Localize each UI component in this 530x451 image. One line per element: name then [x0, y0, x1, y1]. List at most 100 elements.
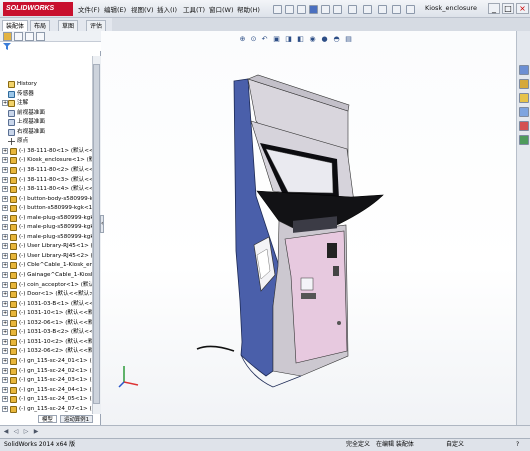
- tree-item[interactable]: History: [0, 80, 92, 89]
- expand-icon[interactable]: +: [2, 214, 8, 221]
- tree-item[interactable]: + (-) 1031-10<2> (默认<<默认>: [0, 338, 92, 347]
- expand-icon[interactable]: +: [2, 338, 8, 345]
- tree-item[interactable]: + (-) Door<1> (默认<<默认>_显: [0, 290, 92, 299]
- expand-icon[interactable]: +: [2, 205, 8, 212]
- tab-model[interactable]: 模型: [38, 415, 57, 423]
- expand-icon[interactable]: +: [2, 329, 8, 336]
- tree-item[interactable]: + (-) 38-111-80<1> (默认<<默: [0, 147, 92, 156]
- tree-item[interactable]: + (-) gn_115-sc-24_05<1> (默: [0, 395, 92, 404]
- tree-item[interactable]: + (-) User Library-RJ45<1> (默: [0, 242, 92, 251]
- tree-item[interactable]: + (-) Gainage^Cable_1-Kiosk_e: [0, 271, 92, 280]
- rebuild-icon[interactable]: [363, 5, 372, 14]
- edit-appearance-icon[interactable]: ●: [320, 35, 329, 44]
- tree-item[interactable]: + (-) male-plug-s580999-kgk<2: [0, 223, 92, 232]
- tree-item[interactable]: + (-) male-plug-s580999-kgk<1: [0, 214, 92, 223]
- tab-evaluate[interactable]: 评估: [86, 20, 107, 31]
- tree-item[interactable]: 上视基准面: [0, 118, 92, 127]
- solidworks-resources-icon[interactable]: [519, 65, 529, 75]
- expand-icon[interactable]: +: [2, 147, 8, 154]
- filter-bar[interactable]: [0, 42, 101, 51]
- tree-item[interactable]: 右视基准面: [0, 128, 92, 137]
- expand-icon[interactable]: +: [2, 396, 8, 403]
- property-manager-icon[interactable]: [14, 32, 23, 41]
- configuration-manager-icon[interactable]: [25, 32, 34, 41]
- file-properties-icon[interactable]: [378, 5, 387, 14]
- expand-icon[interactable]: +: [2, 186, 8, 193]
- expand-icon[interactable]: +: [2, 243, 8, 250]
- menu-tools[interactable]: 工具(T): [183, 4, 205, 14]
- tab-layout[interactable]: 布局: [30, 20, 51, 31]
- tree-item[interactable]: 原点: [0, 137, 92, 146]
- appearances-icon[interactable]: [519, 121, 529, 131]
- expand-icon[interactable]: +: [2, 224, 8, 231]
- help-icon[interactable]: ?: [516, 439, 519, 451]
- file-explorer-icon[interactable]: [519, 93, 529, 103]
- kiosk-model[interactable]: [101, 31, 516, 425]
- menu-edit[interactable]: 编辑(E): [104, 4, 126, 14]
- menu-help[interactable]: 帮助(H): [237, 4, 260, 14]
- tree-item[interactable]: + (-) Cble^Cable_1-Kiosk_enclo: [0, 261, 92, 270]
- view-orientation-icon[interactable]: ◨: [284, 35, 293, 44]
- display-manager-icon[interactable]: [36, 32, 45, 41]
- expand-icon[interactable]: +: [2, 310, 8, 317]
- first-page-icon[interactable]: ◀: [2, 428, 10, 436]
- scene-icon[interactable]: ◓: [332, 35, 341, 44]
- view-palette-icon[interactable]: [519, 107, 529, 117]
- last-page-icon[interactable]: ▶: [32, 428, 40, 436]
- prev-page-icon[interactable]: ◁: [12, 428, 20, 436]
- previous-view-icon[interactable]: ↶: [260, 35, 269, 44]
- tab-motion-study[interactable]: 运动算例1: [60, 415, 93, 423]
- tree-scrollbar-thumb[interactable]: [93, 64, 100, 404]
- expand-icon[interactable]: +: [2, 166, 8, 173]
- view-settings-icon[interactable]: ▤: [344, 35, 353, 44]
- save-icon[interactable]: [309, 5, 318, 14]
- tree-item[interactable]: + (-) Kiosk_enclosure<1> (默认: [0, 156, 92, 165]
- tree-item[interactable]: + (-) 1032-06<2> (默认<<默认>: [0, 347, 92, 356]
- select-icon[interactable]: [348, 5, 357, 14]
- expand-icon[interactable]: +: [2, 386, 8, 393]
- expand-icon[interactable]: +: [2, 377, 8, 384]
- expand-icon[interactable]: +: [2, 262, 8, 269]
- expand-icon[interactable]: +: [2, 281, 8, 288]
- tree-item[interactable]: + (-) 1031-03-B<1> (默认<<默: [0, 300, 92, 309]
- tree-item[interactable]: + (-) gn_115-sc-24_07<1> (默: [0, 405, 92, 414]
- tree-item[interactable]: + (-) User Library-RJ45<2> (默: [0, 252, 92, 261]
- tree-item[interactable]: 传感器: [0, 90, 92, 99]
- new-document-icon[interactable]: [285, 5, 294, 14]
- expand-icon[interactable]: +: [2, 233, 8, 240]
- expand-icon[interactable]: +: [2, 405, 8, 412]
- tree-item[interactable]: + (-) button-body-s580999-kgk: [0, 195, 92, 204]
- expand-icon[interactable]: +: [2, 348, 8, 355]
- zoom-area-icon[interactable]: ⊙: [249, 35, 258, 44]
- tree-item[interactable]: + (-) button-s580999-kgk<1>: [0, 204, 92, 213]
- tree-item[interactable]: + (-) gn_115-sc-24_04<1> (默: [0, 386, 92, 395]
- tab-assembly[interactable]: 装配体: [2, 20, 29, 31]
- undo-icon[interactable]: [333, 5, 342, 14]
- tree-item[interactable]: + (-) 1032-06<1> (默认<<默认>: [0, 319, 92, 328]
- minimize-button[interactable]: _: [488, 3, 500, 14]
- expand-icon[interactable]: +: [2, 357, 8, 364]
- filter-icon[interactable]: [3, 43, 11, 50]
- tree-item[interactable]: + (-) 38-111-80<2> (默认<<默: [0, 166, 92, 175]
- tree-item[interactable]: + (-) male-plug-s580999-kgk<3: [0, 233, 92, 242]
- menu-view[interactable]: 视图(V): [131, 4, 154, 14]
- expand-icon[interactable]: +: [2, 367, 8, 374]
- panel-collapse-handle[interactable]: ‹: [100, 215, 104, 233]
- expand-icon[interactable]: +: [2, 157, 8, 164]
- menu-window[interactable]: 窗口(W): [209, 4, 234, 14]
- design-library-icon[interactable]: [519, 79, 529, 89]
- expand-icon[interactable]: +: [2, 272, 8, 278]
- tree-item[interactable]: + 注解: [0, 99, 92, 108]
- hide-show-icon[interactable]: ◉: [308, 35, 317, 44]
- tree-item[interactable]: + (-) gn_115-sc-24_01<1> (默: [0, 357, 92, 366]
- expand-icon[interactable]: +: [2, 176, 8, 183]
- tree-item[interactable]: + (-) gn_115-sc-24_03<1> (默: [0, 376, 92, 385]
- section-view-icon[interactable]: ▣: [272, 35, 281, 44]
- maximize-button[interactable]: □: [502, 3, 514, 14]
- tree-item[interactable]: + (-) 1031-10<1> (默认<<默认>: [0, 309, 92, 318]
- zoom-to-fit-icon[interactable]: ⊕: [238, 35, 247, 44]
- custom-properties-icon[interactable]: [519, 135, 529, 145]
- tab-sketch[interactable]: 草图: [58, 20, 79, 31]
- tree-item[interactable]: + (-) 38-111-80<4> (默认<<默: [0, 185, 92, 194]
- status-units[interactable]: 自定义: [446, 439, 464, 451]
